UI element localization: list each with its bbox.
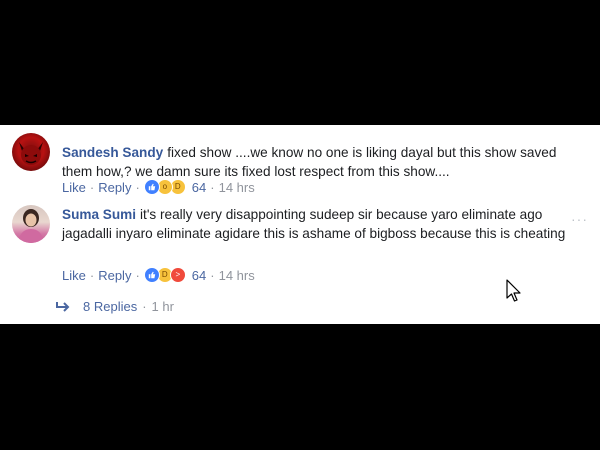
reply-button[interactable]: Reply <box>98 268 131 283</box>
separator: · <box>135 267 140 283</box>
avatar[interactable] <box>12 205 50 243</box>
reaction-count[interactable]: 64 <box>192 268 206 283</box>
like-icon <box>143 179 160 195</box>
view-replies-link[interactable]: 8 Replies · 1 hr <box>55 299 174 314</box>
mouse-cursor-icon <box>506 279 521 302</box>
comment-author[interactable]: Suma Sumi <box>62 207 136 222</box>
angry-icon: > <box>169 267 186 283</box>
like-icon <box>143 267 160 283</box>
like-button[interactable]: Like <box>62 268 86 283</box>
separator: · <box>89 179 95 195</box>
profile-photo-icon <box>18 209 44 243</box>
more-options-icon[interactable]: ··· <box>571 211 588 227</box>
reactions-summary[interactable]: D > <box>143 267 186 283</box>
reply-button[interactable]: Reply <box>98 180 131 195</box>
comment-body: Suma Sumi it's really very disappointing … <box>62 205 574 243</box>
reply-arrow-icon <box>56 301 70 312</box>
comment-body: Sandesh Sandy fixed show ....we know no o… <box>62 143 574 181</box>
replies-timestamp: 1 hr <box>151 299 174 314</box>
timestamp[interactable]: 14 hrs <box>219 180 255 195</box>
comment-author[interactable]: Sandesh Sandy <box>62 145 163 160</box>
separator: · <box>89 267 95 283</box>
separator: · <box>135 179 140 195</box>
avatar[interactable] <box>12 133 50 171</box>
separator: · <box>210 267 215 283</box>
devil-avatar-icon <box>19 142 43 165</box>
comment-actions: Like · Reply · D > 64 · 14 hrs <box>62 267 255 283</box>
comment-actions: Like · Reply · o D 64 · 14 hrs <box>62 179 255 195</box>
timestamp[interactable]: 14 hrs <box>219 268 255 283</box>
reactions-summary[interactable]: o D <box>143 179 186 195</box>
like-button[interactable]: Like <box>62 180 86 195</box>
reaction-count[interactable]: 64 <box>192 180 206 195</box>
separator: · <box>142 299 147 314</box>
comment-text: it's really very disappointing sudeep si… <box>62 207 566 241</box>
separator: · <box>210 179 215 195</box>
replies-count[interactable]: 8 Replies <box>83 299 137 314</box>
